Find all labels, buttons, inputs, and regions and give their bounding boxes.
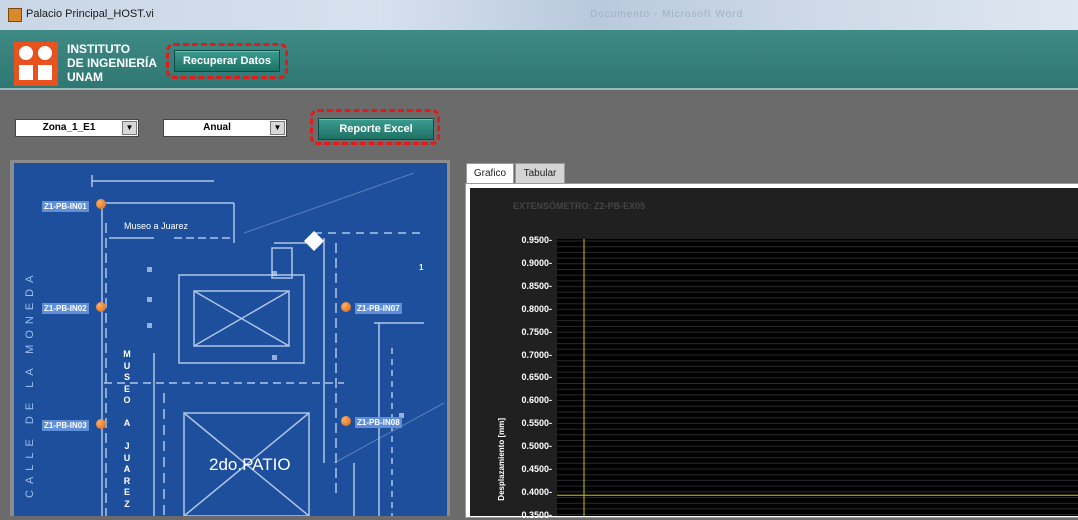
sensor-marker-in07[interactable] xyxy=(341,302,351,312)
y-tick-label: 0.6000- xyxy=(521,395,552,406)
patio-label: 2do.PATIO xyxy=(209,455,291,474)
highlight-report-button xyxy=(310,109,440,145)
highlight-recover-button xyxy=(166,43,288,79)
street-label-text: CALLE DE LA MONEDA xyxy=(24,269,36,498)
tab-grafico[interactable]: Grafico xyxy=(466,163,514,185)
sensor-label-in08[interactable]: Z1-PB-IN08 xyxy=(355,417,402,428)
sensor-label-in02[interactable]: Z1-PB-IN02 xyxy=(42,303,89,314)
y-tick-label: 0.6500- xyxy=(521,372,552,383)
floor-plan-map: CALLE DE LA MONEDA Museo a Juarez MU SE … xyxy=(14,163,447,516)
y-tick-label: 0.3500- xyxy=(521,509,552,520)
sensor-label-in03[interactable]: Z1-PB-IN03 xyxy=(42,420,89,431)
y-tick-label: 0.5500- xyxy=(521,418,552,429)
museum-vertical-label: MU SE O A JU AR EZ xyxy=(123,349,131,509)
edge-mark: 1 xyxy=(419,263,424,272)
zone-select[interactable]: Zona_1_E1 ▼ xyxy=(15,119,139,137)
sensor-label-in07[interactable]: Z1-PB-IN07 xyxy=(355,303,402,314)
y-tick-label: 0.5000- xyxy=(521,441,552,452)
y-tick-label: 0.9500- xyxy=(521,235,552,245)
sensor-label-in01[interactable]: Z1-PB-IN01 xyxy=(42,201,89,212)
y-tick-label: 0.7500- xyxy=(521,326,552,337)
y-tick-label: 0.4500- xyxy=(521,464,552,474)
y-tick-label: 0.7000- xyxy=(521,349,552,360)
tab-tabular[interactable]: Tabular xyxy=(515,163,565,184)
window-title-bar: Palacio Principal_HOST.vi Documento - Mi… xyxy=(0,0,1078,30)
y-tick-label: 0.8500- xyxy=(521,280,552,291)
plot-grid xyxy=(557,239,1078,516)
y-tick-label: 0.4000- xyxy=(521,486,552,497)
institution-name: INSTITUTO DE INGENIERÍA UNAM xyxy=(67,42,157,84)
background-window-title: Documento - Microsoft Word xyxy=(590,9,744,20)
sensor-marker-in02[interactable] xyxy=(96,302,106,312)
period-select[interactable]: Anual ▼ xyxy=(163,119,287,137)
window-title: Palacio Principal_HOST.vi xyxy=(26,8,154,20)
period-select-value: Anual xyxy=(203,122,231,133)
chevron-down-icon[interactable]: ▼ xyxy=(122,121,137,135)
app-header: INSTITUTO DE INGENIERÍA UNAM Recuperar D… xyxy=(0,30,1078,90)
sensor-marker-in08[interactable] xyxy=(341,416,351,426)
y-tick-label: 0.8000- xyxy=(521,303,552,314)
labview-vi-icon xyxy=(8,8,22,22)
sensor-marker-in03[interactable] xyxy=(96,419,106,429)
institution-line-3: UNAM xyxy=(67,70,103,84)
institution-line-1: INSTITUTO xyxy=(67,42,131,56)
y-tick-label: 0.9000- xyxy=(521,257,552,268)
sensor-marker-in01[interactable] xyxy=(96,199,106,209)
zone-select-value: Zona_1_E1 xyxy=(42,122,96,133)
chevron-down-icon[interactable]: ▼ xyxy=(270,121,285,135)
unam-logo xyxy=(14,42,58,86)
museum-label: Museo a Juarez xyxy=(124,221,189,231)
institution-line-2: DE INGENIERÍA xyxy=(67,56,158,70)
graph-title: EXTENSÓMETRO: Z2-PB-EX05 xyxy=(513,201,646,211)
y-axis-label: Desplazamiento [mm] xyxy=(497,418,506,501)
plot-area[interactable] xyxy=(557,239,1078,516)
